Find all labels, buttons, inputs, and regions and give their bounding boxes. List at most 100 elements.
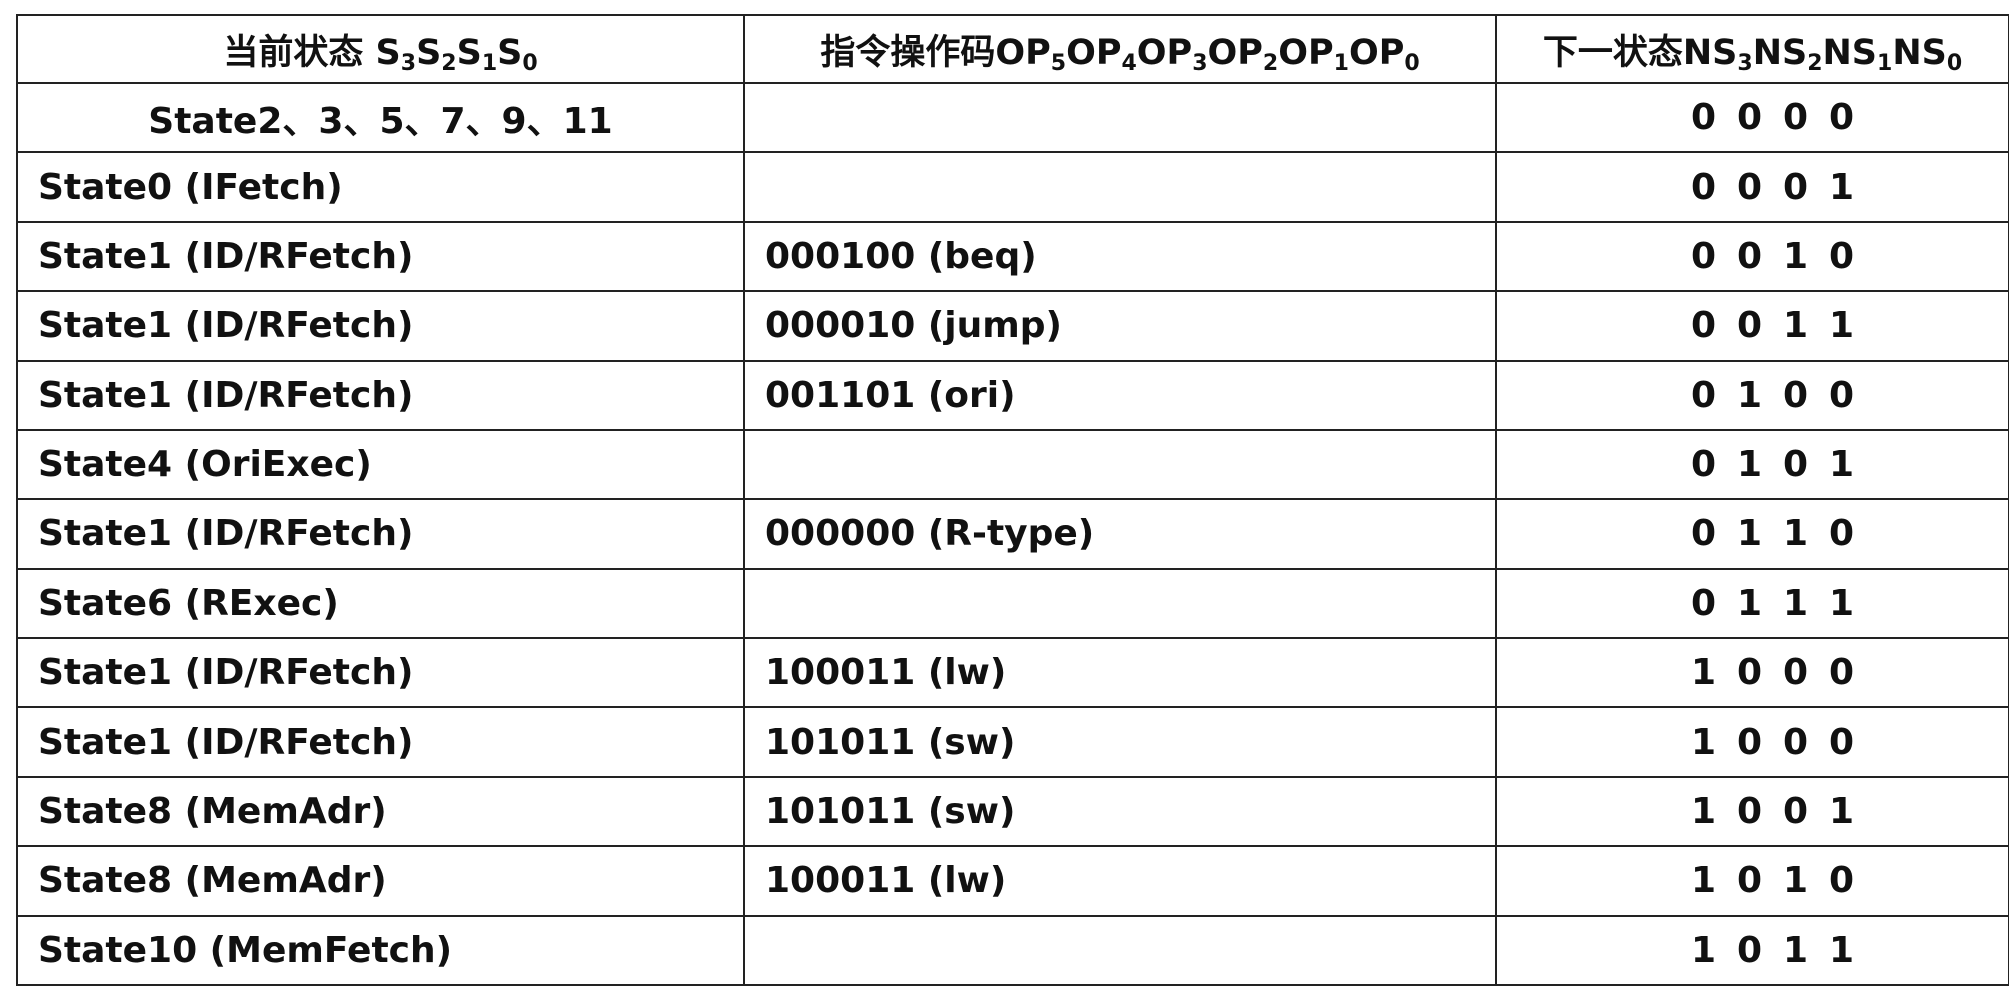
next-state-bit: 0: [1690, 582, 1717, 624]
current-state-cell: State8 (MemAdr): [16, 775, 745, 848]
next-state-cell: 0101: [1495, 428, 2009, 501]
header-symbol: S: [375, 32, 401, 73]
header-label: 当前状态: [223, 32, 376, 73]
opcode-cell: [743, 151, 1497, 223]
next-state-bit: 0: [1736, 305, 1763, 347]
current-state-cell: State2、3、5、7、9、11: [16, 81, 745, 154]
next-state-cell: 1010: [1495, 845, 2009, 917]
next-state-bit: 0: [1690, 374, 1717, 416]
opcode-cell: 001101 (ori): [743, 359, 1497, 431]
header-symbol: NS: [1892, 32, 1947, 73]
header-opcode: 指令操作码OP5OP4OP3OP2OP1OP0: [743, 14, 1497, 84]
next-state-bit: 0: [1828, 513, 1855, 555]
next-state-bit: 0: [1782, 444, 1809, 486]
table-row: State10 (MemFetch) 1 0 1 1: [16, 914, 2009, 986]
next-state-bit: 0: [1736, 652, 1763, 694]
table-row: State0 (IFetch) 0 0 0 1: [16, 151, 2009, 223]
header-subscript: 0: [1404, 50, 1420, 76]
table-row: State1 (ID/RFetch) 100011 (lw) 1 0 0 0: [16, 636, 2009, 709]
table-row: State8 (MemAdr) 100011 (lw) 1 0 1 0: [16, 845, 2009, 917]
table-row: State1 (ID/RFetch) 000100 (beq) 0 0 1 0: [16, 220, 2009, 293]
next-state-bit: 1: [1782, 860, 1809, 902]
current-state-cell: State0 (IFetch): [16, 151, 745, 223]
header-subscript: 3: [1737, 50, 1753, 76]
next-state-bit: 0: [1782, 790, 1809, 832]
next-state-bit: 0: [1782, 652, 1809, 694]
next-state-cell: 0111: [1495, 567, 2009, 640]
header-subscript: 2: [441, 50, 457, 76]
opcode-cell: [743, 428, 1497, 501]
table-body: State2、3、5、7、9、11 0 0 0 0 State0 (IFetch) 0 0 0 1…: [16, 81, 2009, 986]
next-state-bit: 1: [1782, 305, 1809, 347]
opcode-cell: 101011 (sw): [743, 706, 1497, 778]
next-state-bit: 1: [1690, 721, 1717, 763]
next-state-bit: 1: [1828, 444, 1855, 486]
next-state-bit: 0: [1690, 235, 1717, 277]
current-state-cell: State1 (ID/RFetch): [16, 498, 745, 570]
next-state-bit: 0: [1828, 652, 1855, 694]
next-state-cell: 0010: [1495, 220, 2009, 293]
next-state-cell: 1000: [1495, 636, 2009, 709]
opcode-cell: [743, 81, 1497, 154]
next-state-cell: 0110: [1495, 498, 2009, 570]
header-symbol: NS: [1752, 32, 1808, 73]
next-state-bit: 0: [1782, 166, 1809, 208]
header-symbol: NS: [1822, 32, 1878, 73]
header-next-state: 下一状态NS3NS2NS1NS0: [1495, 14, 2009, 84]
next-state-bit: 0: [1736, 860, 1763, 902]
current-state-cell: State1 (ID/RFetch): [16, 290, 745, 362]
next-state-bit: 1: [1690, 860, 1717, 902]
current-state-cell: State8 (MemAdr): [16, 845, 745, 917]
next-state-bit: 1: [1736, 582, 1763, 624]
next-state-bit: 0: [1736, 929, 1763, 971]
table-row: State1 (ID/RFetch) 000010 (jump) 0 0 1 1: [16, 290, 2009, 362]
current-state-cell: State1 (ID/RFetch): [16, 636, 745, 709]
next-state-bit: 1: [1736, 513, 1763, 555]
next-state-bit: 1: [1690, 929, 1717, 971]
next-state-bit: 1: [1690, 790, 1717, 832]
next-state-bit: 1: [1782, 513, 1809, 555]
opcode-cell: [743, 914, 1497, 986]
header-subscript: 2: [1807, 50, 1823, 76]
header-current-state: 当前状态 S3S2S1S0: [16, 14, 745, 84]
next-state-bit: 0: [1736, 235, 1763, 277]
header-subscript: 2: [1262, 50, 1279, 76]
next-state-cell: 0000: [1495, 81, 2009, 154]
table-row: State6 (RExec) 0 1 1 1: [16, 567, 2009, 640]
next-state-bit: 1: [1828, 929, 1855, 971]
table-row: State1 (ID/RFetch) 000000 (R-type) 0 1 1 0: [16, 498, 2009, 570]
opcode-cell: 101011 (sw): [743, 775, 1497, 848]
header-symbol: OP: [1278, 32, 1334, 73]
next-state-bit: 1: [1690, 652, 1717, 694]
opcode-cell: 100011 (lw): [743, 636, 1497, 709]
next-state-bit: 1: [1782, 929, 1809, 971]
next-state-bit: 0: [1690, 305, 1717, 347]
next-state-bit: 1: [1736, 444, 1763, 486]
next-state-bit: 0: [1828, 860, 1855, 902]
header-symbol: S: [416, 32, 442, 73]
header-label: 指令操作码: [820, 32, 996, 73]
opcode-cell: 000010 (jump): [743, 290, 1497, 362]
table-row: State8 (MemAdr) 101011 (sw) 1 0 0 1: [16, 775, 2009, 848]
next-state-cell: 0100: [1495, 359, 2009, 431]
current-state-cell: State1 (ID/RFetch): [16, 706, 745, 778]
table-row: State4 (OriExec) 0 1 0 1: [16, 428, 2009, 501]
opcode-cell: [743, 567, 1497, 640]
next-state-bit: 0: [1828, 721, 1855, 763]
next-state-bit: 0: [1782, 374, 1809, 416]
next-state-bit: 0: [1828, 235, 1855, 277]
opcode-cell: 000000 (R-type): [743, 498, 1497, 570]
header-symbol: S: [497, 32, 523, 73]
table-row: State2、3、5、7、9、11 0 0 0 0: [16, 81, 2009, 154]
next-state-bit: 0: [1736, 166, 1763, 208]
header-symbol: OP: [1207, 32, 1263, 73]
header-subscript: 0: [522, 50, 538, 76]
next-state-bit: 1: [1828, 166, 1855, 208]
header-subscript: 4: [1121, 50, 1137, 76]
next-state-cell: 0001: [1495, 151, 2009, 223]
next-state-bit: 1: [1828, 582, 1855, 624]
next-state-cell: 1001: [1495, 775, 2009, 848]
next-state-bit: 1: [1782, 235, 1809, 277]
next-state-cell: 0011: [1495, 290, 2009, 362]
next-state-bit: 0: [1736, 721, 1763, 763]
